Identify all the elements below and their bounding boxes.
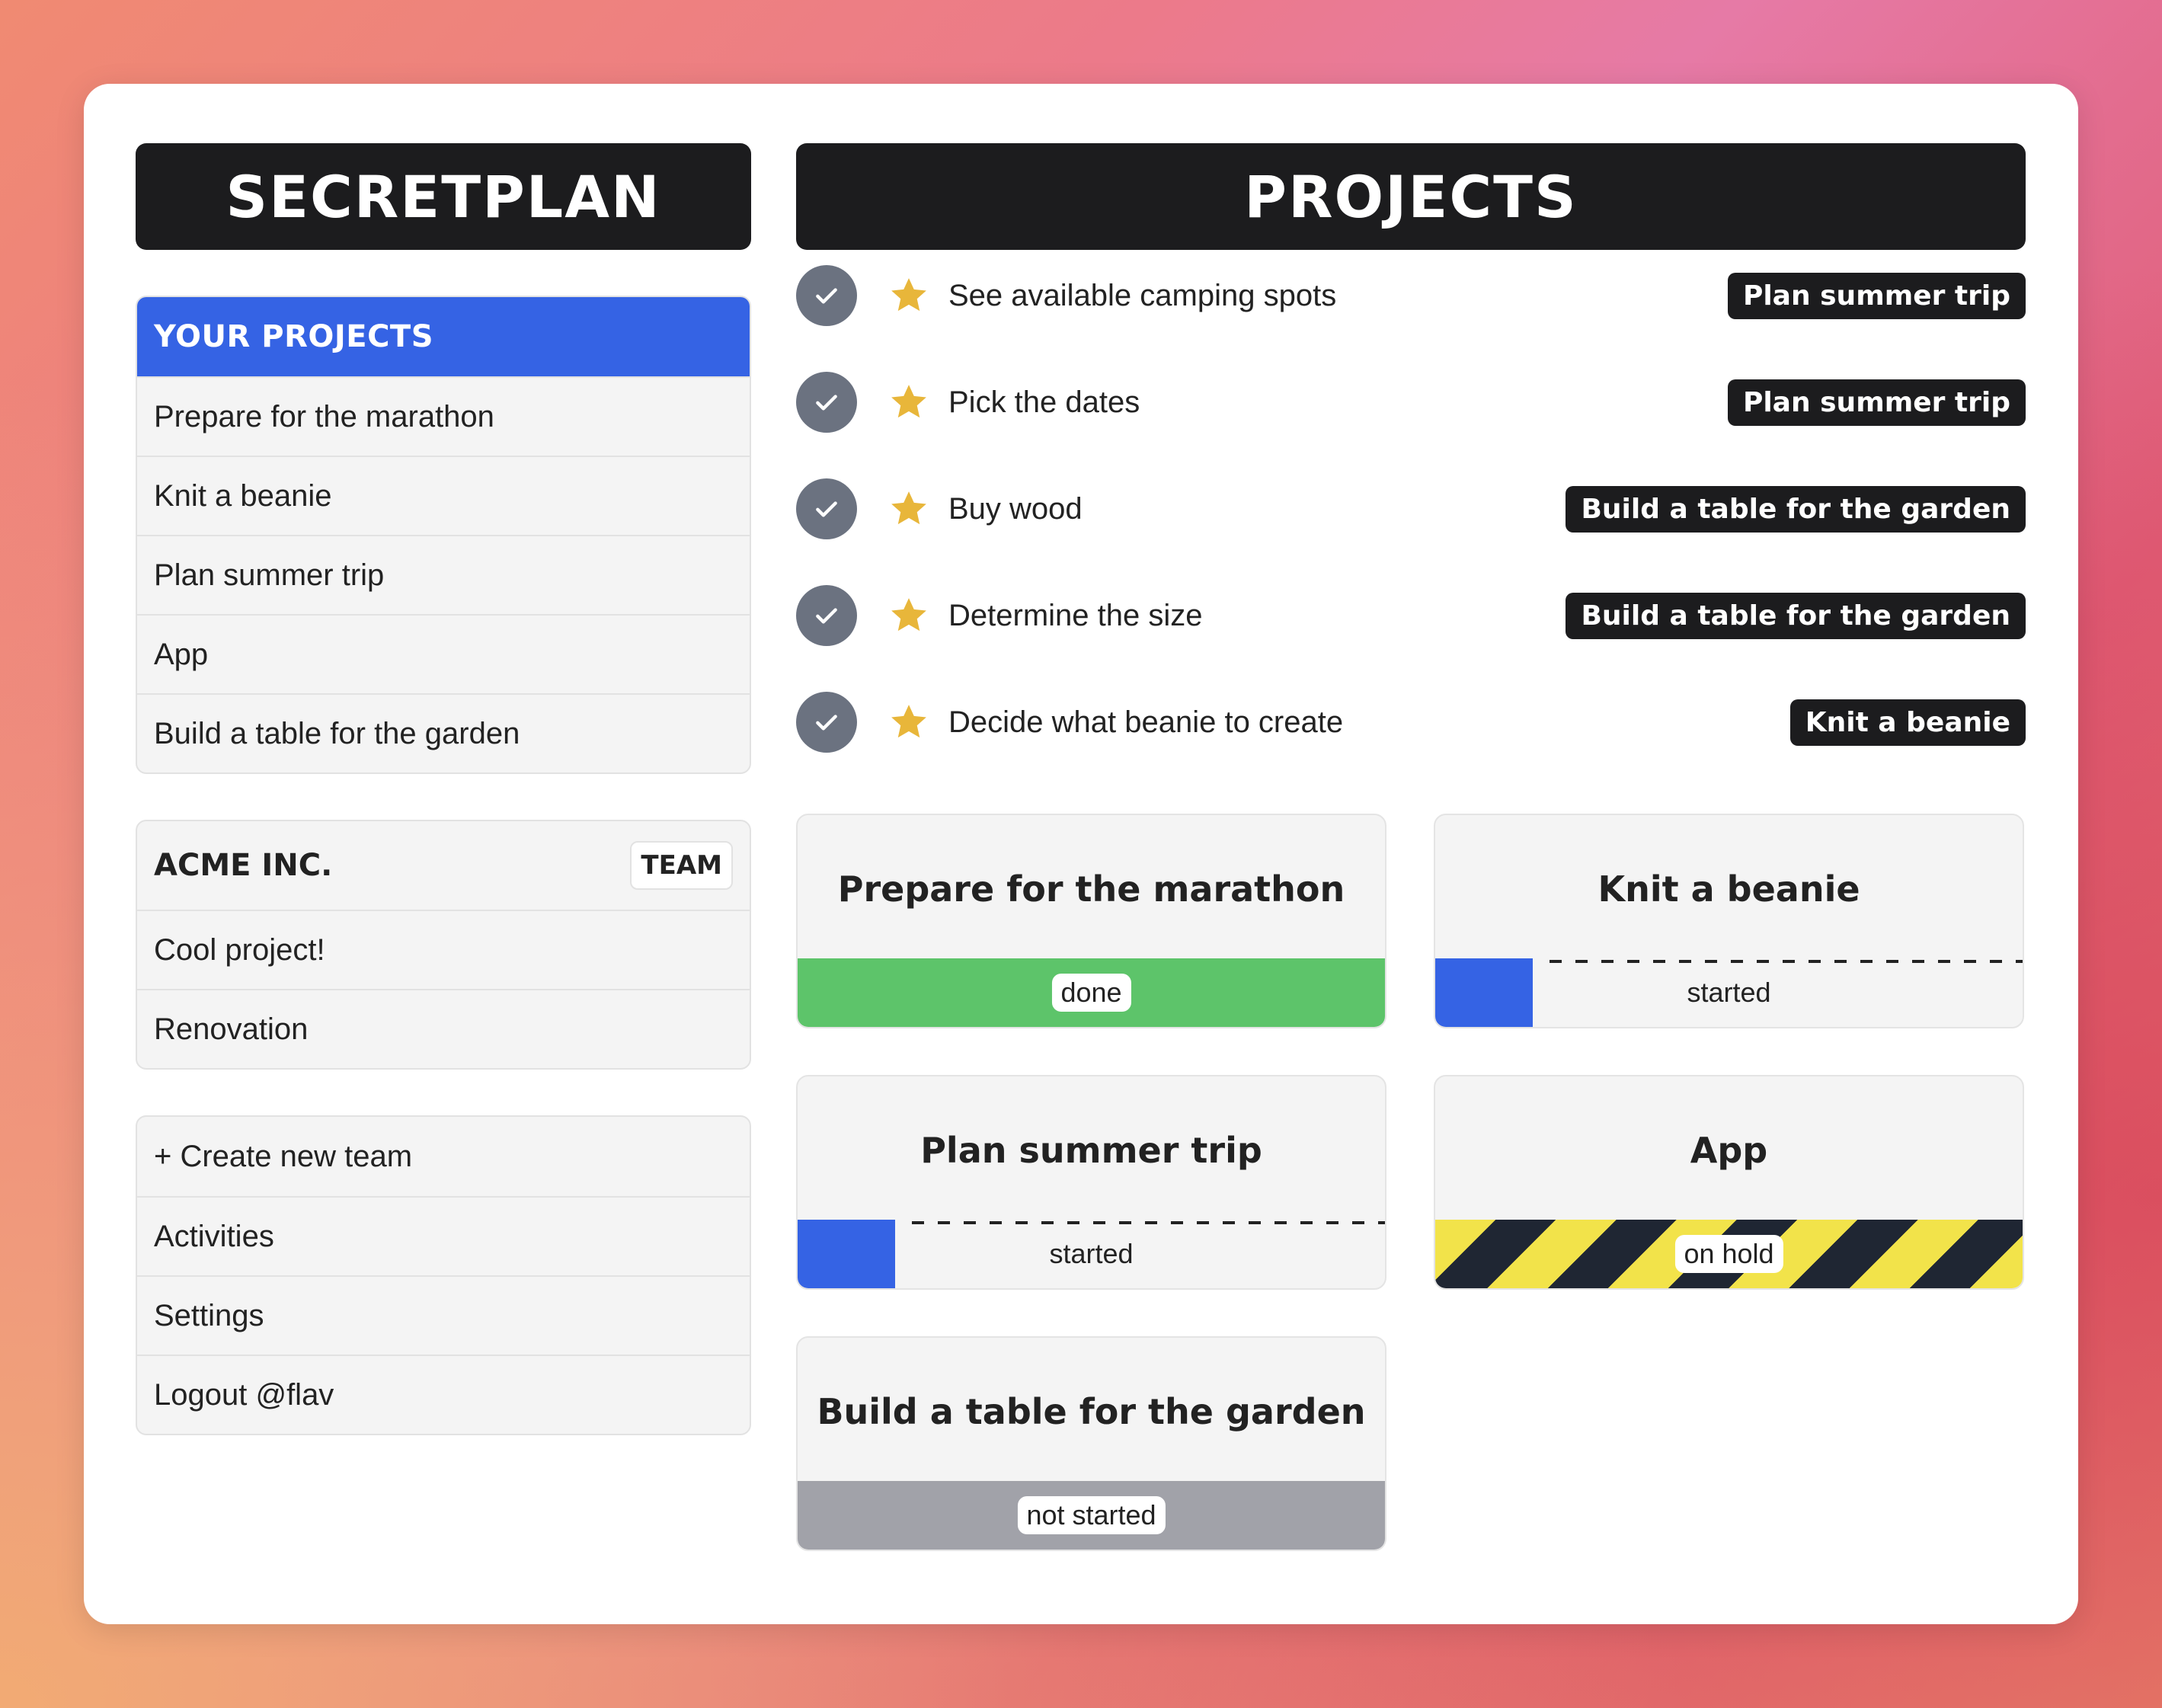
sidebar-item-project[interactable]: Plan summer trip [137, 535, 750, 614]
task-project-tag[interactable]: Build a table for the garden [1566, 485, 2026, 533]
task-project-tag[interactable]: Build a table for the garden [1566, 592, 2026, 639]
project-card[interactable]: Build a table for the garden not started [796, 1336, 1386, 1551]
check-icon[interactable] [796, 372, 857, 433]
progress-fill [798, 1220, 895, 1288]
status-badge: started [1049, 1238, 1134, 1269]
status-badge: started [1687, 977, 1771, 1008]
task-text[interactable]: Pick the dates [948, 385, 1728, 420]
project-card[interactable]: Plan summer trip started [796, 1075, 1386, 1290]
project-card[interactable]: Prepare for the marathon done [796, 814, 1386, 1028]
task-text[interactable]: See available camping spots [948, 279, 1728, 313]
actions-panel: + Create new team Activities Settings Lo… [136, 1115, 751, 1435]
progress-dashed-track [1550, 960, 2023, 963]
project-status-bar: on hold [1435, 1220, 2023, 1288]
check-icon[interactable] [796, 692, 857, 753]
project-status-bar: started [1435, 958, 2023, 1027]
check-icon[interactable] [796, 478, 857, 539]
project-status-bar: started [798, 1220, 1385, 1288]
sidebar-item-project[interactable]: Prepare for the marathon [137, 376, 750, 456]
task-project-tag[interactable]: Knit a beanie [1789, 699, 2026, 746]
create-team-button[interactable]: + Create new team [137, 1117, 750, 1196]
logout-button[interactable]: Logout @flav [137, 1355, 750, 1434]
check-icon[interactable] [796, 585, 857, 646]
project-status-bar: done [798, 958, 1385, 1027]
task-text[interactable]: Decide what beanie to create [948, 705, 1790, 740]
star-icon[interactable] [888, 488, 930, 530]
project-card-title: Build a table for the garden [817, 1391, 1366, 1432]
brand-title: SECRETPLAN [136, 143, 751, 250]
team-header[interactable]: ACME INC. TEAM [137, 821, 750, 910]
your-projects-header: YOUR PROJECTS [137, 297, 750, 376]
check-icon[interactable] [796, 265, 857, 326]
star-icon[interactable] [888, 594, 930, 637]
project-card-title: Prepare for the marathon [837, 868, 1345, 910]
project-card-title: Knit a beanie [1598, 868, 1860, 910]
star-icon[interactable] [888, 701, 930, 744]
task-row: Determine the size Build a table for the… [796, 584, 2026, 648]
project-status-bar: not started [798, 1481, 1385, 1550]
sidebar-item-project[interactable]: Knit a beanie [137, 456, 750, 535]
star-icon[interactable] [888, 274, 930, 317]
status-badge: not started [1017, 1496, 1166, 1534]
app-window: SECRETPLAN YOUR PROJECTS Prepare for the… [84, 84, 2078, 1624]
status-badge: on hold [1674, 1235, 1783, 1273]
your-projects-panel: YOUR PROJECTS Prepare for the marathon K… [136, 296, 751, 774]
task-project-tag[interactable]: Plan summer trip [1727, 379, 2026, 426]
project-card-title: App [1690, 1130, 1768, 1171]
team-badge: TEAM [630, 841, 733, 890]
sidebar-item-team-project[interactable]: Cool project! [137, 910, 750, 989]
sidebar-item-team-project[interactable]: Renovation [137, 989, 750, 1068]
sidebar-item-activities[interactable]: Activities [137, 1196, 750, 1275]
task-text[interactable]: Determine the size [948, 599, 1566, 633]
status-badge: done [1051, 974, 1131, 1012]
progress-dashed-track [912, 1221, 1385, 1224]
main-body: See available camping spots Plan summer … [796, 250, 2026, 1644]
task-project-tag[interactable]: Plan summer trip [1727, 272, 2026, 319]
task-row: See available camping spots Plan summer … [796, 264, 2026, 328]
main-content: PROJECTS See available camping spots Pla… [796, 143, 2026, 1644]
star-icon[interactable] [888, 381, 930, 424]
team-name: ACME INC. [154, 848, 333, 883]
sidebar-item-project[interactable]: Build a table for the garden [137, 693, 750, 772]
sidebar-item-project[interactable]: App [137, 614, 750, 693]
project-card-title: Plan summer trip [920, 1130, 1262, 1171]
task-row: Pick the dates Plan summer trip [796, 370, 2026, 434]
page-title: PROJECTS [796, 143, 2026, 250]
task-row: Buy wood Build a table for the garden [796, 477, 2026, 541]
project-card[interactable]: Knit a beanie started [1434, 814, 2024, 1028]
sidebar: SECRETPLAN YOUR PROJECTS Prepare for the… [136, 143, 751, 1435]
task-text[interactable]: Buy wood [948, 492, 1566, 526]
project-card[interactable]: App on hold [1434, 1075, 2024, 1290]
progress-fill [1435, 958, 1533, 1027]
task-row: Decide what beanie to create Knit a bean… [796, 690, 2026, 754]
team-panel: ACME INC. TEAM Cool project! Renovation [136, 820, 751, 1070]
sidebar-item-settings[interactable]: Settings [137, 1275, 750, 1355]
